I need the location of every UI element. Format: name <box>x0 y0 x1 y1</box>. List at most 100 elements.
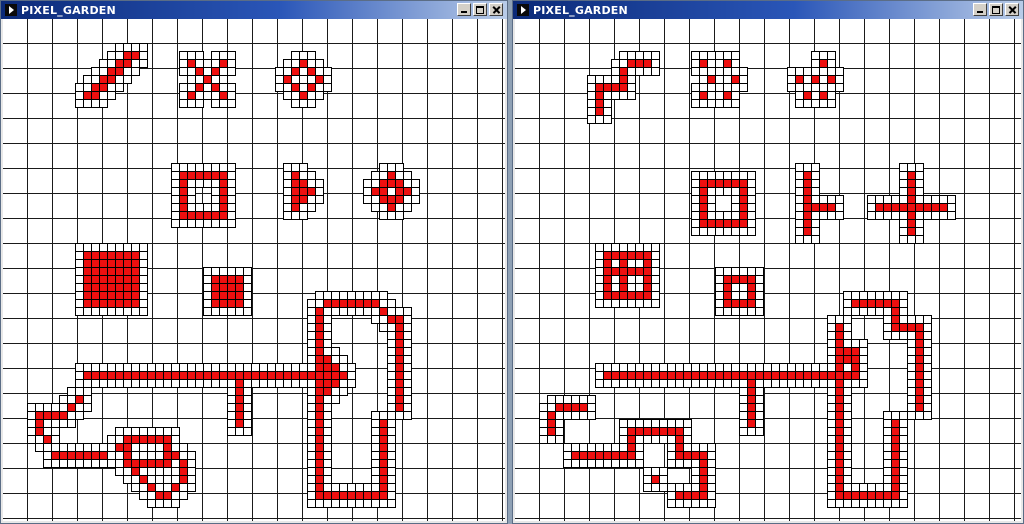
game-canvas[interactable] <box>3 19 505 521</box>
dead-cell[interactable] <box>811 235 820 244</box>
dead-cell[interactable] <box>411 195 420 204</box>
dead-cell[interactable] <box>635 283 644 292</box>
dead-cell[interactable] <box>99 99 108 108</box>
dead-cell[interactable] <box>123 475 132 484</box>
dead-cell[interactable] <box>731 99 740 108</box>
dead-cell[interactable] <box>115 83 124 92</box>
dead-cell[interactable] <box>603 75 612 84</box>
dead-cell[interactable] <box>739 83 748 92</box>
dead-cell[interactable] <box>195 99 204 108</box>
dead-cell[interactable] <box>611 283 620 292</box>
dead-cell[interactable] <box>371 475 380 484</box>
dead-cell[interactable] <box>139 59 148 68</box>
dead-cell[interactable] <box>123 75 132 84</box>
dead-cell[interactable] <box>611 75 620 84</box>
dead-cell[interactable] <box>627 91 636 100</box>
dead-cell[interactable] <box>683 499 692 508</box>
dead-cell[interactable] <box>347 379 356 388</box>
dead-cell[interactable] <box>747 227 756 236</box>
dead-cell[interactable] <box>827 355 836 364</box>
dead-cell[interactable] <box>75 99 84 108</box>
dead-cell[interactable] <box>307 355 316 364</box>
dead-cell[interactable] <box>115 51 124 60</box>
dead-cell[interactable] <box>827 363 836 372</box>
dead-cell[interactable] <box>107 91 116 100</box>
dead-cell[interactable] <box>619 443 628 452</box>
dead-cell[interactable] <box>131 67 140 76</box>
dead-cell[interactable] <box>627 275 636 284</box>
dead-cell[interactable] <box>739 291 748 300</box>
dead-cell[interactable] <box>387 499 396 508</box>
dead-cell[interactable] <box>731 211 740 220</box>
dead-cell[interactable] <box>315 91 324 100</box>
dead-cell[interactable] <box>371 179 380 188</box>
dead-cell[interactable] <box>171 499 180 508</box>
dead-cell[interactable] <box>315 195 324 204</box>
dead-cell[interactable] <box>387 187 396 196</box>
dead-cell[interactable] <box>403 203 412 212</box>
dead-cell[interactable] <box>395 211 404 220</box>
dead-cell[interactable] <box>619 435 628 444</box>
dead-cell[interactable] <box>307 363 316 372</box>
dead-cell[interactable] <box>307 347 316 356</box>
dead-cell[interactable] <box>307 99 316 108</box>
dead-cell[interactable] <box>203 203 212 212</box>
dead-cell[interactable] <box>187 483 196 492</box>
title-bar[interactable]: PIXEL_GARDEN <box>513 1 1023 19</box>
dead-cell[interactable] <box>99 67 108 76</box>
dead-cell[interactable] <box>899 195 908 204</box>
dead-cell[interactable] <box>883 475 892 484</box>
dead-cell[interactable] <box>91 75 100 84</box>
dead-cell[interactable] <box>107 435 116 444</box>
dead-cell[interactable] <box>379 171 388 180</box>
dead-cell[interactable] <box>683 483 692 492</box>
dead-cell[interactable] <box>947 211 956 220</box>
dead-cell[interactable] <box>227 99 236 108</box>
dead-cell[interactable] <box>115 435 124 444</box>
dead-cell[interactable] <box>723 211 732 220</box>
maximize-icon[interactable] <box>473 3 487 16</box>
dead-cell[interactable] <box>891 211 900 220</box>
dead-cell[interactable] <box>755 307 764 316</box>
dead-cell[interactable] <box>83 83 92 92</box>
maximize-icon[interactable] <box>989 3 1003 16</box>
minimize-icon[interactable] <box>457 3 471 16</box>
dead-cell[interactable] <box>211 203 220 212</box>
dead-cell[interactable] <box>755 427 764 436</box>
dead-cell[interactable] <box>835 211 844 220</box>
dead-cell[interactable] <box>387 475 396 484</box>
dead-cell[interactable] <box>859 339 868 348</box>
dead-cell[interactable] <box>627 283 636 292</box>
dead-cell[interactable] <box>339 387 348 396</box>
dead-cell[interactable] <box>403 411 412 420</box>
dead-cell[interactable] <box>379 323 388 332</box>
dead-cell[interactable] <box>83 403 92 412</box>
dead-cell[interactable] <box>587 411 596 420</box>
dead-cell[interactable] <box>611 259 620 268</box>
dead-cell[interactable] <box>139 307 148 316</box>
dead-cell[interactable] <box>707 499 716 508</box>
pixel-garden-window-right[interactable]: PIXEL_GARDEN <box>512 0 1024 524</box>
dead-cell[interactable] <box>603 115 612 124</box>
dead-cell[interactable] <box>299 211 308 220</box>
dead-cell[interactable] <box>131 483 140 492</box>
dead-cell[interactable] <box>227 219 236 228</box>
dead-cell[interactable] <box>635 259 644 268</box>
dead-cell[interactable] <box>827 99 836 108</box>
close-icon[interactable] <box>1005 3 1019 16</box>
dead-cell[interactable] <box>859 379 868 388</box>
pixel-garden-window-left[interactable]: PIXEL_GARDEN <box>0 0 508 524</box>
dead-cell[interactable] <box>651 67 660 76</box>
live-cell[interactable] <box>315 355 324 364</box>
dead-cell[interactable] <box>387 299 396 308</box>
title-bar[interactable]: PIXEL_GARDEN <box>1 1 507 19</box>
game-canvas[interactable] <box>515 19 1021 521</box>
dead-cell[interactable] <box>323 83 332 92</box>
dead-cell[interactable] <box>891 195 900 204</box>
dead-cell[interactable] <box>899 499 908 508</box>
dead-cell[interactable] <box>67 419 76 428</box>
close-icon[interactable] <box>489 3 503 16</box>
dead-cell[interactable] <box>75 411 84 420</box>
dead-cell[interactable] <box>899 475 908 484</box>
dead-cell[interactable] <box>155 475 164 484</box>
